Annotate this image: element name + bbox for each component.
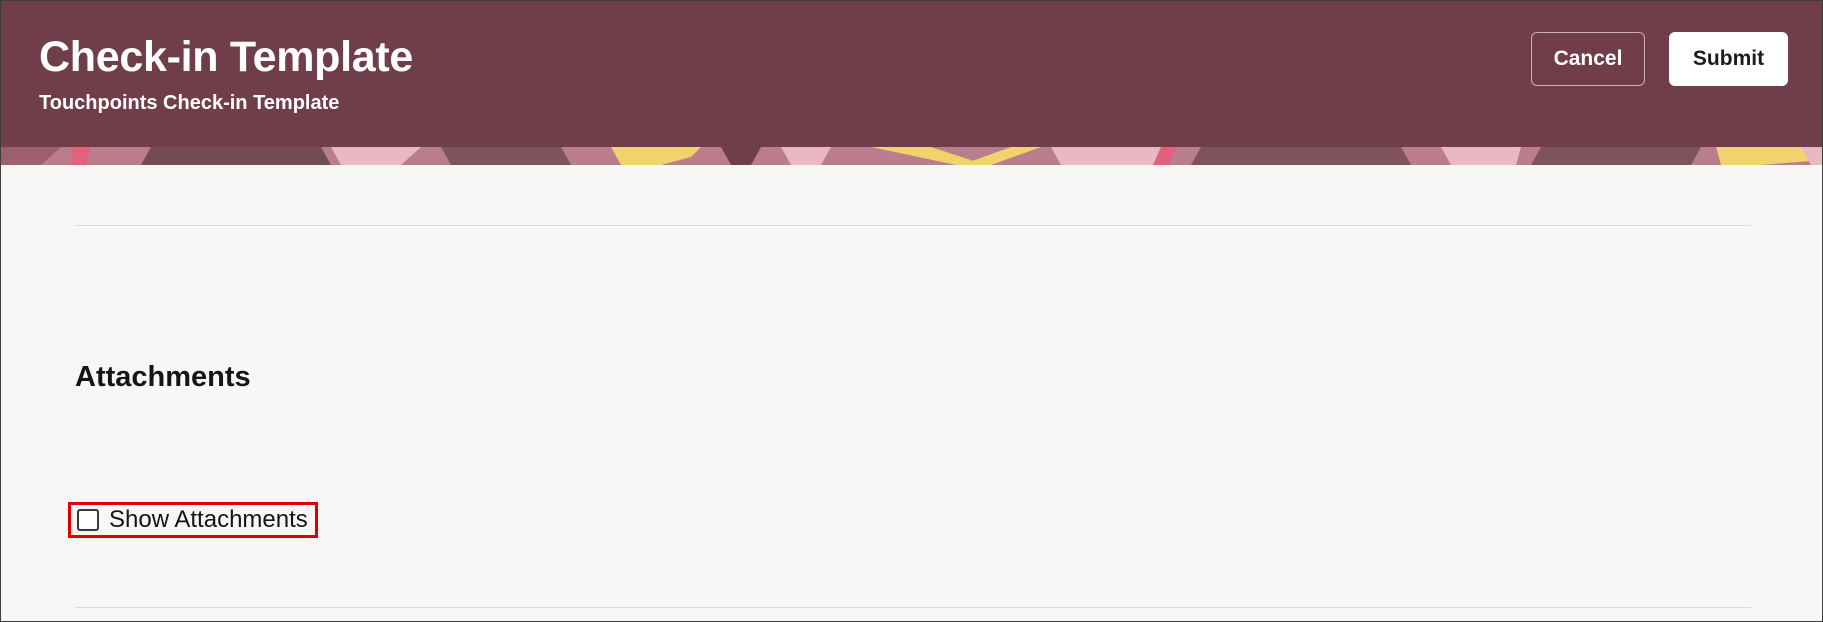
banner-pattern-icon: [1, 147, 1822, 165]
app-frame: Check-in Template Touchpoints Check-in T…: [0, 0, 1823, 622]
cancel-button[interactable]: Cancel: [1531, 32, 1645, 86]
section-divider-top: [75, 225, 1751, 226]
show-attachments-label: Show Attachments: [109, 506, 308, 533]
attachments-heading: Attachments: [75, 361, 251, 393]
page-subtitle: Touchpoints Check-in Template: [39, 92, 340, 114]
submit-button[interactable]: Submit: [1669, 32, 1788, 86]
section-divider-bottom: [75, 607, 1751, 608]
show-attachments-checkbox[interactable]: [77, 509, 99, 531]
page-title: Check-in Template: [39, 33, 414, 81]
page-header: Check-in Template Touchpoints Check-in T…: [1, 1, 1822, 147]
decorative-banner: [1, 147, 1822, 165]
show-attachments-option[interactable]: Show Attachments: [68, 502, 318, 538]
